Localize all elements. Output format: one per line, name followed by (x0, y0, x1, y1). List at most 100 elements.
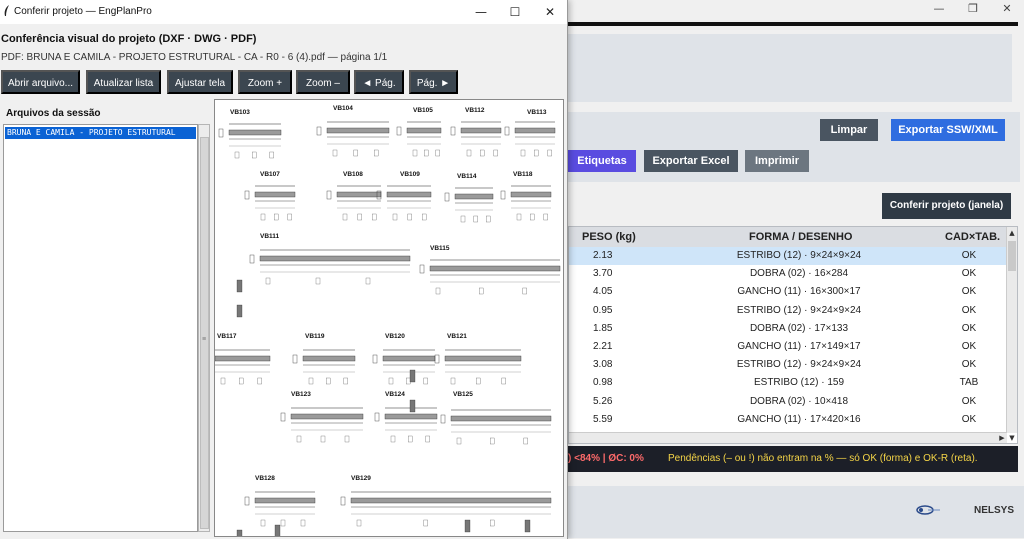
cell-status: OK (961, 322, 977, 334)
zoom-in-button[interactable]: Zoom + (238, 70, 292, 94)
table-row[interactable]: 3.70 DOBRA (02) · 16×284 OK (569, 265, 1007, 283)
cell-forma: ESTRIBO (12) · 159 (753, 377, 845, 389)
close-icon[interactable]: ✕ (992, 1, 1022, 17)
beam-label: VB125 (453, 391, 473, 398)
footer: NELSYS (568, 486, 1024, 538)
list-scroll-thumb[interactable]: ≡ (200, 137, 209, 529)
cell-peso: 3.70 (593, 268, 613, 280)
close-icon[interactable]: ✕ (535, 3, 565, 21)
nelsys-logo-icon (916, 505, 940, 515)
cell-status: TAB (959, 377, 979, 389)
beam-label: VB111 (260, 233, 280, 240)
table-row[interactable]: 4.05 GANCHO (11) · 16×300×17 OK (569, 283, 1007, 301)
beam-label: VB119 (305, 333, 325, 340)
cell-peso: 1.85 (593, 322, 613, 334)
zoom-out-button[interactable]: Zoom – (296, 70, 350, 94)
cell-forma: DOBRA (02) · 16×284 (749, 268, 849, 280)
table-row[interactable]: 1.85 DOBRA (02) · 17×133 OK (569, 320, 1007, 338)
session-file-list[interactable]: BRUNA E CAMILA - PROJETO ESTRUTURAL (3, 124, 198, 532)
cell-forma: GANCHO (11) · 17×420×16 (737, 413, 861, 425)
cell-peso: 5.26 (593, 395, 613, 407)
table-row[interactable]: 5.26 DOBRA (02) · 10×418 OK (569, 393, 1007, 411)
column-header-status[interactable]: CAD×TAB. (945, 227, 1000, 247)
table-row[interactable]: 0.95 ESTRIBO (12) · 9×24×9×24 OK (569, 302, 1007, 320)
table-row[interactable]: 5.59 GANCHO (11) · 17×420×16 OK (569, 411, 1007, 429)
cell-status: OK (961, 341, 977, 352)
maximize-icon[interactable]: ❐ (958, 1, 988, 17)
exportar-ssw-button[interactable]: Exportar SSW/XML (891, 119, 1005, 141)
beam-label: VB117 (217, 333, 237, 340)
imprimir-button[interactable]: Imprimir (745, 150, 809, 172)
exportar-excel-button[interactable]: Exportar Excel (644, 150, 738, 172)
beam-label: VB109 (400, 171, 420, 178)
cell-peso: 0.98 (593, 377, 613, 389)
cell-peso: 0.95 (593, 304, 613, 316)
table-vertical-scrollbar[interactable]: ▲ (1006, 227, 1017, 433)
main-titlebar: — ❐ ✕ (568, 0, 1024, 18)
beam-label: VB105 (413, 107, 433, 114)
results-table: PESO (kg) FORMA / DESENHO CAD×TAB. 2.13 E… (568, 226, 1018, 444)
list-item[interactable]: BRUNA E CAMILA - PROJETO ESTRUTURAL (5, 127, 196, 139)
header-bar (568, 22, 1018, 26)
scroll-right-icon[interactable]: ▶ (997, 433, 1007, 443)
pdf-info: PDF: BRUNA E CAMILA - PROJETO ESTRUTURAL… (1, 52, 388, 63)
cell-status: OK (961, 413, 977, 425)
cell-forma: ESTRIBO (12) · 9×24×9×24 (736, 359, 862, 371)
cell-status: OK (961, 286, 977, 298)
table-row[interactable]: 3.08 ESTRIBO (12) · 9×24×9×24 OK (569, 356, 1007, 374)
list-scrollbar[interactable]: ≡ (198, 124, 210, 532)
column-header-forma[interactable]: FORMA / DESENHO (749, 227, 853, 247)
beam-label: VB103 (230, 109, 250, 116)
scroll-thumb[interactable] (1008, 241, 1016, 271)
etiquetas-button[interactable]: Etiquetas (568, 150, 636, 172)
cell-peso: 4.05 (593, 286, 613, 298)
cell-status: OK (961, 395, 977, 407)
limpar-button[interactable]: Limpar (820, 119, 878, 141)
beam-label: VB123 (291, 391, 311, 398)
beam-label: VB120 (385, 333, 405, 340)
scroll-down-icon[interactable]: ▼ (1007, 433, 1017, 443)
minimize-icon[interactable]: — (924, 1, 954, 17)
minimize-icon[interactable]: — (466, 3, 496, 21)
conferir-dialog: Conferir projeto — EngPlanPro — ☐ ✕ Conf… (0, 0, 568, 539)
ajustar-tela-button[interactable]: Ajustar tela (167, 70, 233, 94)
cell-peso: 3.08 (593, 359, 613, 371)
cell-forma: DOBRA (02) · 17×133 (749, 322, 849, 334)
beam-label: VB108 (343, 171, 363, 178)
cell-peso: 2.21 (593, 341, 613, 352)
structural-drawing: VB103 VB104 VB105 VB112 VB113 VB107 VB108 VB109… (215, 105, 561, 536)
table-row[interactable]: 2.13 ESTRIBO (12) · 9×24×9×24 OK (569, 247, 1007, 265)
top-panel (568, 34, 1012, 102)
prev-page-button[interactable]: ◄ Pág. (354, 70, 404, 94)
dialog-title: Conferir projeto — EngPlanPro (14, 6, 152, 17)
session-label: Arquivos da sessão (6, 108, 101, 119)
beam-label: VB107 (260, 171, 280, 178)
beam-label: VB113 (527, 109, 547, 116)
dialog-heading: Conferência visual do projeto (DXF · DWG… (1, 33, 257, 45)
cell-peso: 5.59 (593, 413, 613, 425)
scroll-up-icon[interactable]: ▲ (1007, 228, 1017, 238)
cell-peso: 2.13 (593, 250, 613, 261)
beam-label: VB115 (430, 245, 450, 252)
dialog-titlebar: Conferir projeto — EngPlanPro — ☐ ✕ (0, 0, 567, 24)
conferir-janela-button[interactable]: Conferir projeto (janela) (882, 193, 1011, 219)
cell-forma: ESTRIBO (12) · 9×24×9×24 (736, 304, 862, 316)
cell-forma: DOBRA (02) · 10×418 (749, 395, 849, 407)
brand-label: NELSYS (974, 505, 1015, 516)
cell-status: OK (961, 268, 977, 280)
atualizar-lista-button[interactable]: Atualizar lista (86, 70, 161, 94)
beam-label: VB129 (351, 475, 371, 482)
maximize-icon[interactable]: ☐ (500, 3, 530, 21)
column-header-peso[interactable]: PESO (kg) (582, 227, 636, 247)
cell-forma: GANCHO (11) · 16×300×17 (737, 286, 861, 298)
pdf-preview-canvas[interactable]: VB103 VB104 VB105 VB112 VB113 VB107 VB108 VB109… (214, 99, 564, 537)
abrir-arquivo-button[interactable]: Abrir arquivo... (1, 70, 80, 94)
cell-forma: ESTRIBO (12) · 9×24×9×24 (736, 250, 862, 261)
table-row[interactable]: 2.21 GANCHO (11) · 17×149×17 OK (569, 338, 1007, 356)
table-horizontal-scrollbar[interactable]: ▶ (569, 432, 1007, 443)
next-page-button[interactable]: Pág. ► (409, 70, 458, 94)
beam-label: VB104 (333, 105, 353, 112)
status-bar: ) <84% | ØC: 0% Pendências (– ou !) não … (568, 446, 1018, 472)
action-panel: Limpar Exportar SSW/XML Etiquetas Export… (568, 112, 1020, 182)
table-row[interactable]: 0.98 ESTRIBO (12) · 159 TAB (569, 374, 1007, 392)
